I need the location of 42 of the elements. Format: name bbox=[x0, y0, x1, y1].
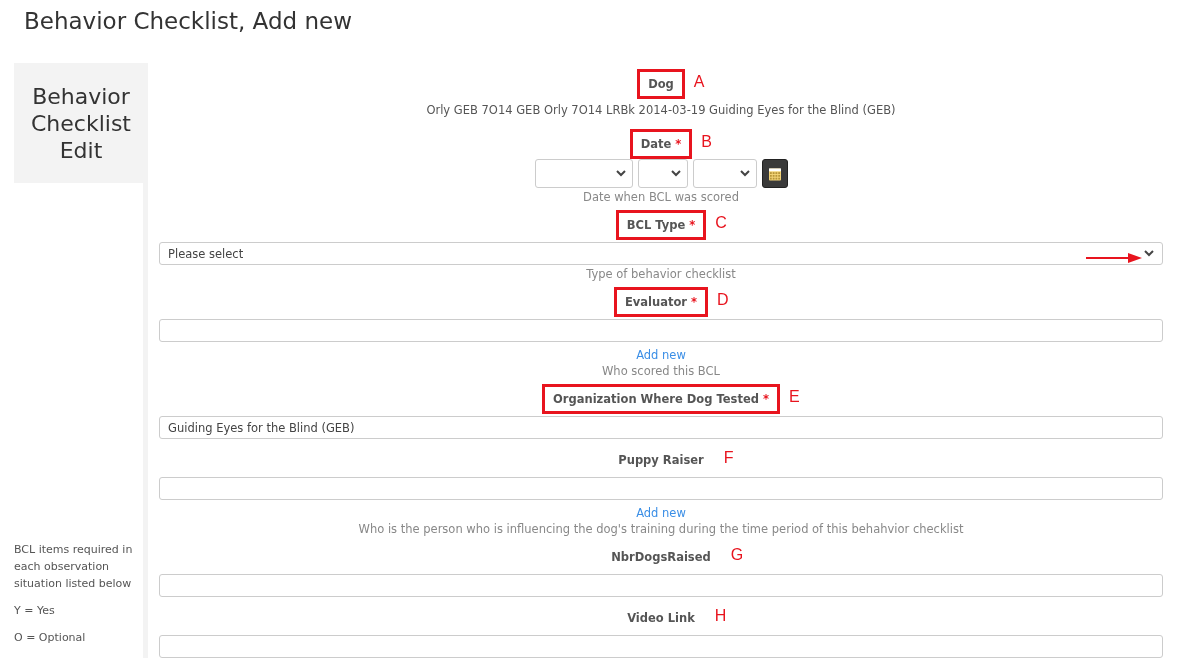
page-title: Behavior Checklist, Add new bbox=[23, 7, 353, 36]
chevron-icon bbox=[1144, 250, 1154, 257]
input-field[interactable]: Guiding Eyes for the Blind (GEB) bbox=[159, 416, 1163, 439]
annotation-letter: E bbox=[788, 388, 800, 406]
chevron-icon bbox=[615, 170, 626, 177]
input-field[interactable] bbox=[159, 477, 1163, 500]
date-dropdown[interactable] bbox=[534, 159, 633, 188]
bcl-type-dropdown[interactable]: Please select bbox=[159, 242, 1163, 265]
field-hint: Who is the person who is influencing the dog's training during the time period of this behahvior checklist bbox=[358, 522, 964, 536]
sidebar-note: BCL items required in each observation situation listed below bbox=[14, 542, 134, 592]
annotation-letter: C bbox=[715, 214, 727, 232]
annotation-letter: F bbox=[723, 449, 734, 467]
field-label: Puppy Raiser bbox=[617, 452, 705, 469]
input-field[interactable] bbox=[159, 574, 1163, 597]
field-label: Dog bbox=[637, 69, 685, 99]
sidebar-note: Y = Yes bbox=[14, 603, 56, 619]
annotation-letter: B bbox=[701, 133, 712, 151]
calendar-icon bbox=[768, 166, 781, 181]
field-label: Evaluator * bbox=[613, 287, 709, 317]
input-field[interactable] bbox=[159, 319, 1163, 342]
sidebar-note: O = Optional bbox=[14, 630, 87, 646]
field-hint: Type of behavior checklist bbox=[586, 267, 736, 281]
annotation-letter: G bbox=[730, 546, 744, 564]
field-label: BCL Type * bbox=[615, 210, 707, 240]
date-dropdown[interactable] bbox=[637, 159, 688, 188]
chevron-icon bbox=[670, 170, 681, 177]
field-label: NbrDogsRaised bbox=[610, 549, 712, 566]
field-hint: Date when BCL was scored bbox=[583, 190, 739, 204]
calendar-button[interactable] bbox=[761, 159, 788, 188]
input-field[interactable] bbox=[159, 635, 1163, 658]
dog-value: Orly GEB 7O14 GEB Orly 7O14 LRBk 2014-03-19 Guiding Eyes for the Blind (GEB) bbox=[425, 103, 897, 117]
annotation-letter: H bbox=[714, 607, 727, 625]
sidebar-heading: Behavior Checklist Edit bbox=[14, 63, 148, 183]
field-label: Date * bbox=[629, 129, 693, 159]
field-label: Video Link bbox=[626, 610, 696, 627]
chevron-icon bbox=[739, 170, 750, 177]
field-hint: Who scored this BCL bbox=[602, 364, 720, 378]
add-new-link[interactable]: Add new bbox=[636, 348, 686, 362]
annotation-letter: D bbox=[717, 291, 729, 309]
add-new-link[interactable]: Add new bbox=[636, 506, 686, 520]
field-label: Organization Where Dog Tested * bbox=[542, 384, 780, 414]
annotation-letter: A bbox=[693, 73, 705, 91]
